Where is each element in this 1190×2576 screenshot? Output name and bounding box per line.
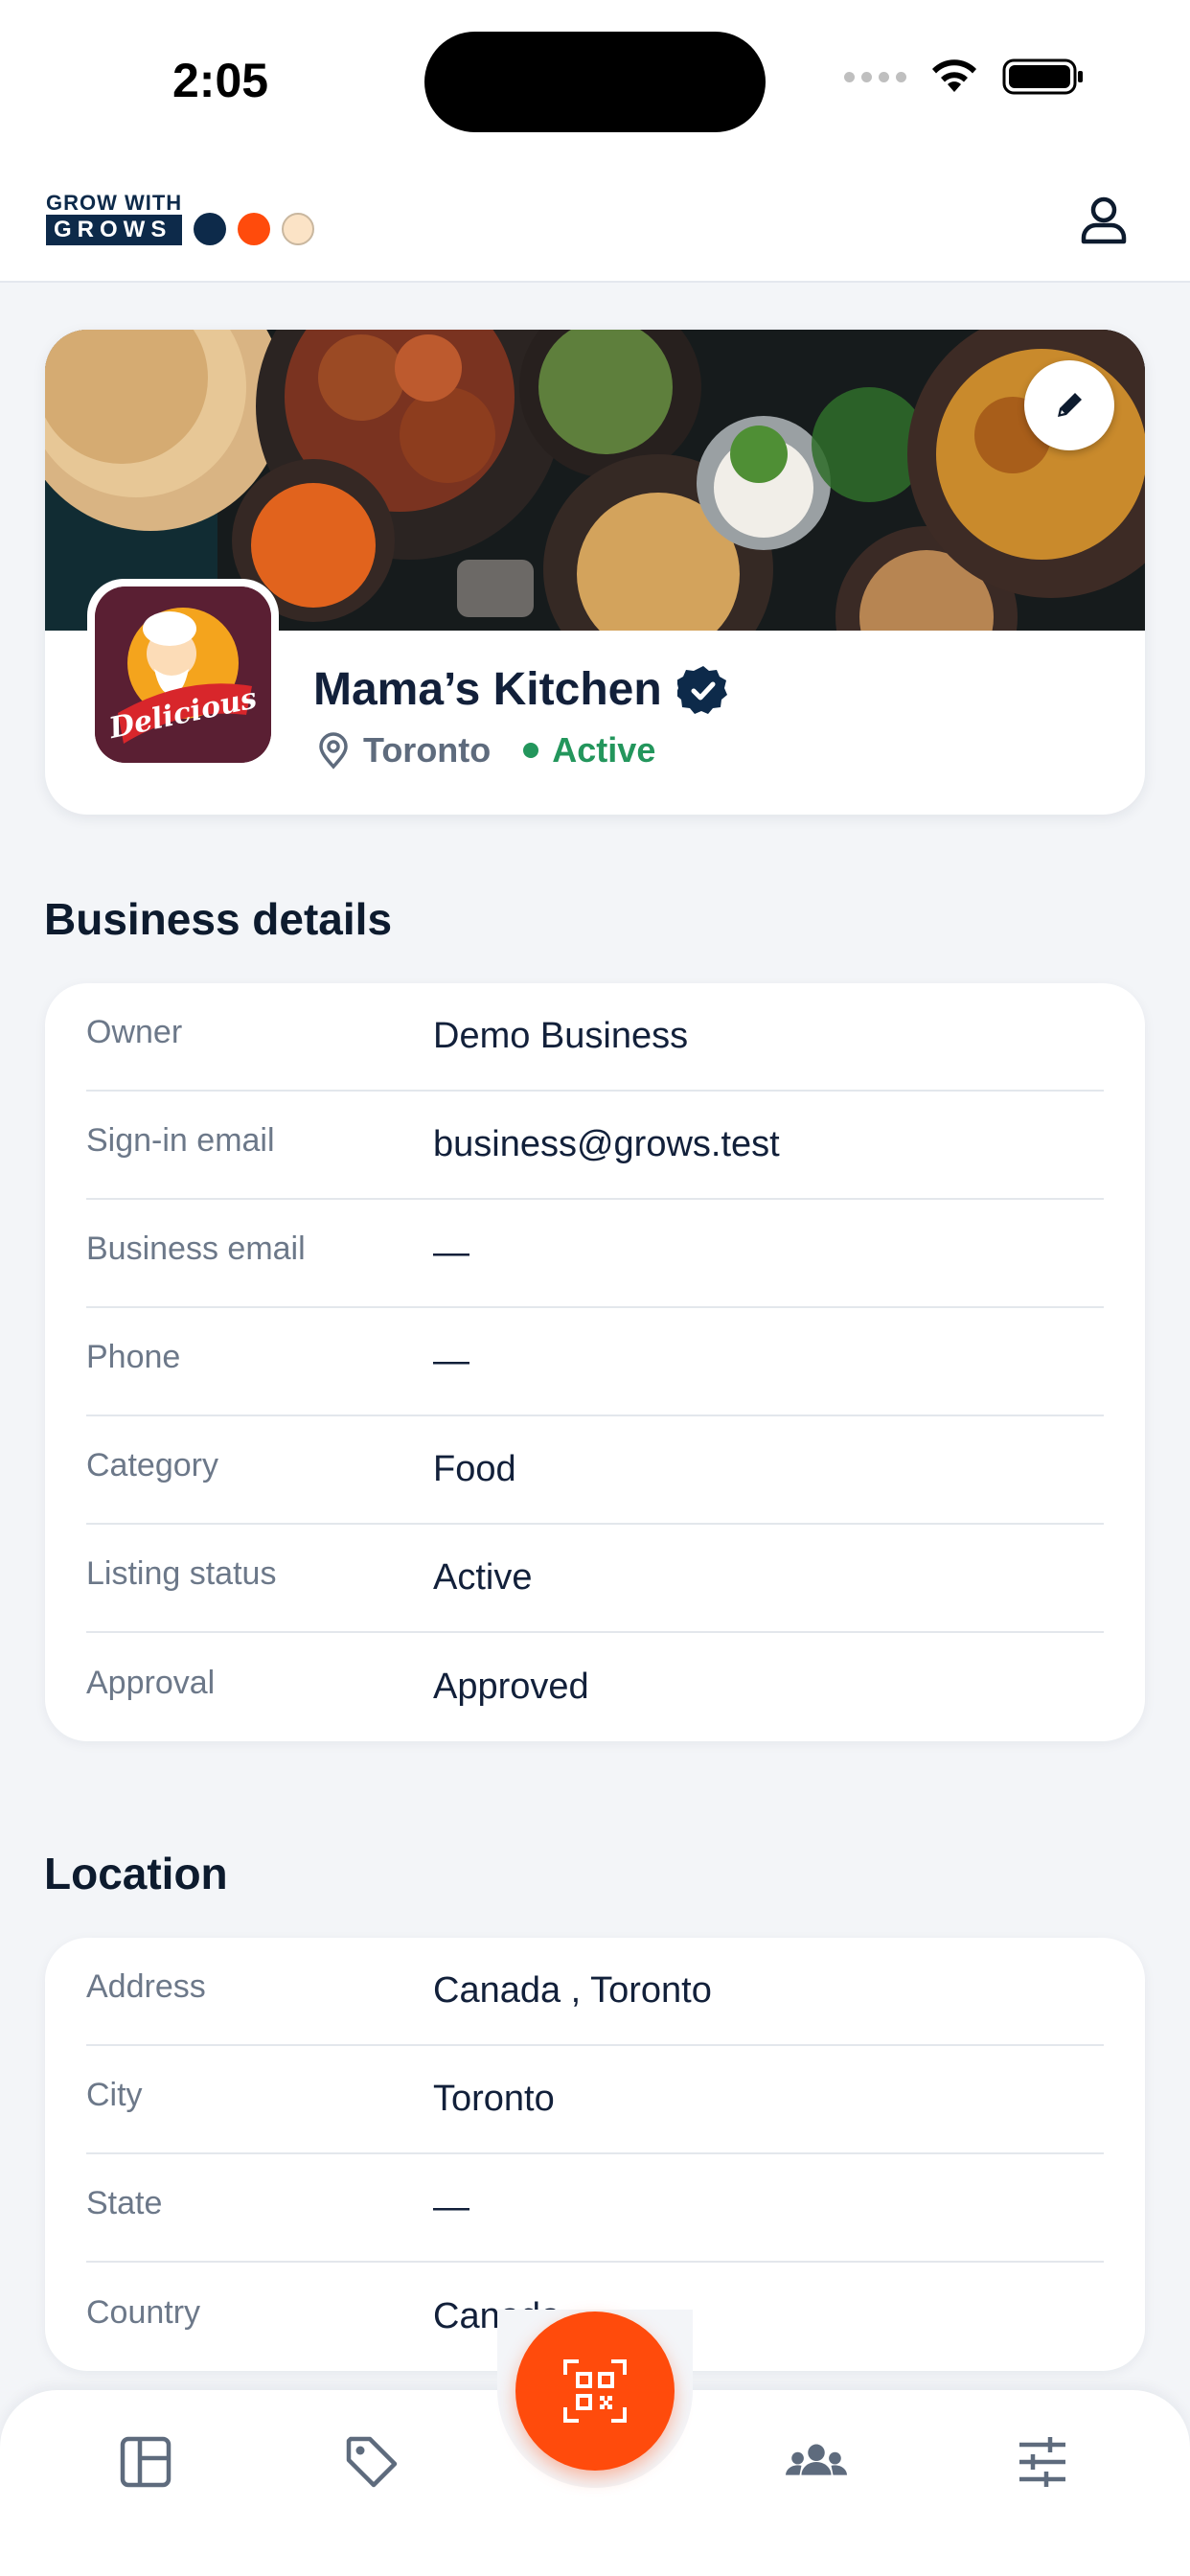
app-logo[interactable]: GROW WITH GROWS: [46, 191, 315, 245]
verified-badge-icon: [676, 665, 727, 714]
row-value: business@grows.test: [433, 1124, 780, 1164]
nav-dashboard[interactable]: [112, 2428, 179, 2496]
logo-dot-cream: [282, 213, 315, 245]
sliders-icon: [1019, 2437, 1065, 2487]
business-city: Toronto: [363, 730, 492, 770]
row-value: —: [433, 1232, 469, 1273]
row-value: Canada , Toronto: [433, 1970, 712, 2011]
row-value: Demo Business: [433, 1016, 689, 1056]
status-bar: 2:05: [0, 0, 1190, 163]
status-badge: Active: [552, 730, 656, 770]
detail-row-owner: Owner Demo Business: [86, 983, 1104, 1092]
row-value: Active: [433, 1557, 533, 1598]
row-label: Business email: [86, 1230, 306, 1267]
pencil-icon: [1058, 393, 1082, 417]
business-name-row: Mama’s Kitchen: [313, 663, 729, 716]
people-icon: [785, 2444, 848, 2475]
logo-bottom-text: GROWS: [46, 215, 183, 245]
detail-row-category: Category Food: [86, 1416, 1104, 1525]
status-indicators: [844, 58, 1085, 96]
nav-customers[interactable]: [783, 2428, 850, 2496]
row-label: Listing status: [86, 1555, 277, 1592]
scan-qr-button[interactable]: [515, 2312, 675, 2471]
user-icon[interactable]: [1075, 192, 1133, 249]
row-value: Toronto: [433, 2079, 555, 2119]
logo-dot-navy: [194, 213, 227, 245]
detail-row-sign-in-email: Sign-in email business@grows.test: [86, 1092, 1104, 1200]
row-label: Owner: [86, 1014, 183, 1050]
dashboard-icon: [120, 2436, 172, 2488]
wifi-icon: [932, 59, 976, 92]
battery-icon: [1002, 58, 1083, 95]
row-value: —: [433, 2187, 469, 2227]
location-card: Address Canada , Toronto City Toronto St…: [45, 1938, 1145, 2371]
edit-profile-button[interactable]: [1024, 360, 1114, 450]
row-label: Phone: [86, 1339, 181, 1375]
business-details-card: Owner Demo Business Sign-in email busine…: [45, 983, 1145, 1741]
detail-row-approval: Approval Approved: [86, 1633, 1104, 1741]
row-label: City: [86, 2077, 143, 2113]
logo-top-text: GROW WITH: [46, 191, 183, 215]
nav-settings[interactable]: [1009, 2428, 1076, 2496]
detail-row-phone: Phone —: [86, 1308, 1104, 1416]
status-dot: [523, 743, 539, 758]
row-label: Category: [86, 1447, 218, 1484]
row-label: State: [86, 2185, 163, 2221]
signal-icon: [844, 71, 906, 82]
tag-icon: [346, 2436, 398, 2488]
detail-row-listing-status: Listing status Active: [86, 1525, 1104, 1633]
status-time: 2:05: [172, 54, 269, 107]
row-label: Approval: [86, 1665, 216, 1701]
logo-dot-orange: [238, 213, 271, 245]
qr-scan-icon: [563, 2359, 627, 2423]
business-profile-card: Delicious Mama’s Kitchen Toronto Active: [45, 330, 1145, 815]
row-value: Approved: [433, 1667, 589, 1707]
location-row-address: Address Canada , Toronto: [86, 1938, 1104, 2046]
dynamic-island: [424, 32, 766, 132]
app-header: GROW WITH GROWS: [0, 163, 1190, 283]
row-label: Address: [86, 1968, 206, 2005]
row-label: Sign-in email: [86, 1122, 275, 1159]
row-value: —: [433, 1341, 469, 1381]
business-details-title: Business details: [44, 894, 393, 944]
location-title: Location: [44, 1849, 228, 1898]
row-label: Country: [86, 2294, 201, 2331]
business-meta: Toronto Active: [317, 730, 655, 770]
location-row-state: State —: [86, 2154, 1104, 2263]
location-pin-icon: [319, 732, 348, 770]
business-name: Mama’s Kitchen: [313, 664, 662, 715]
location-row-city: City Toronto: [86, 2046, 1104, 2154]
detail-row-business-email: Business email —: [86, 1200, 1104, 1308]
nav-offers[interactable]: [338, 2428, 405, 2496]
business-avatar: Delicious: [87, 579, 279, 770]
row-value: Food: [433, 1449, 516, 1489]
